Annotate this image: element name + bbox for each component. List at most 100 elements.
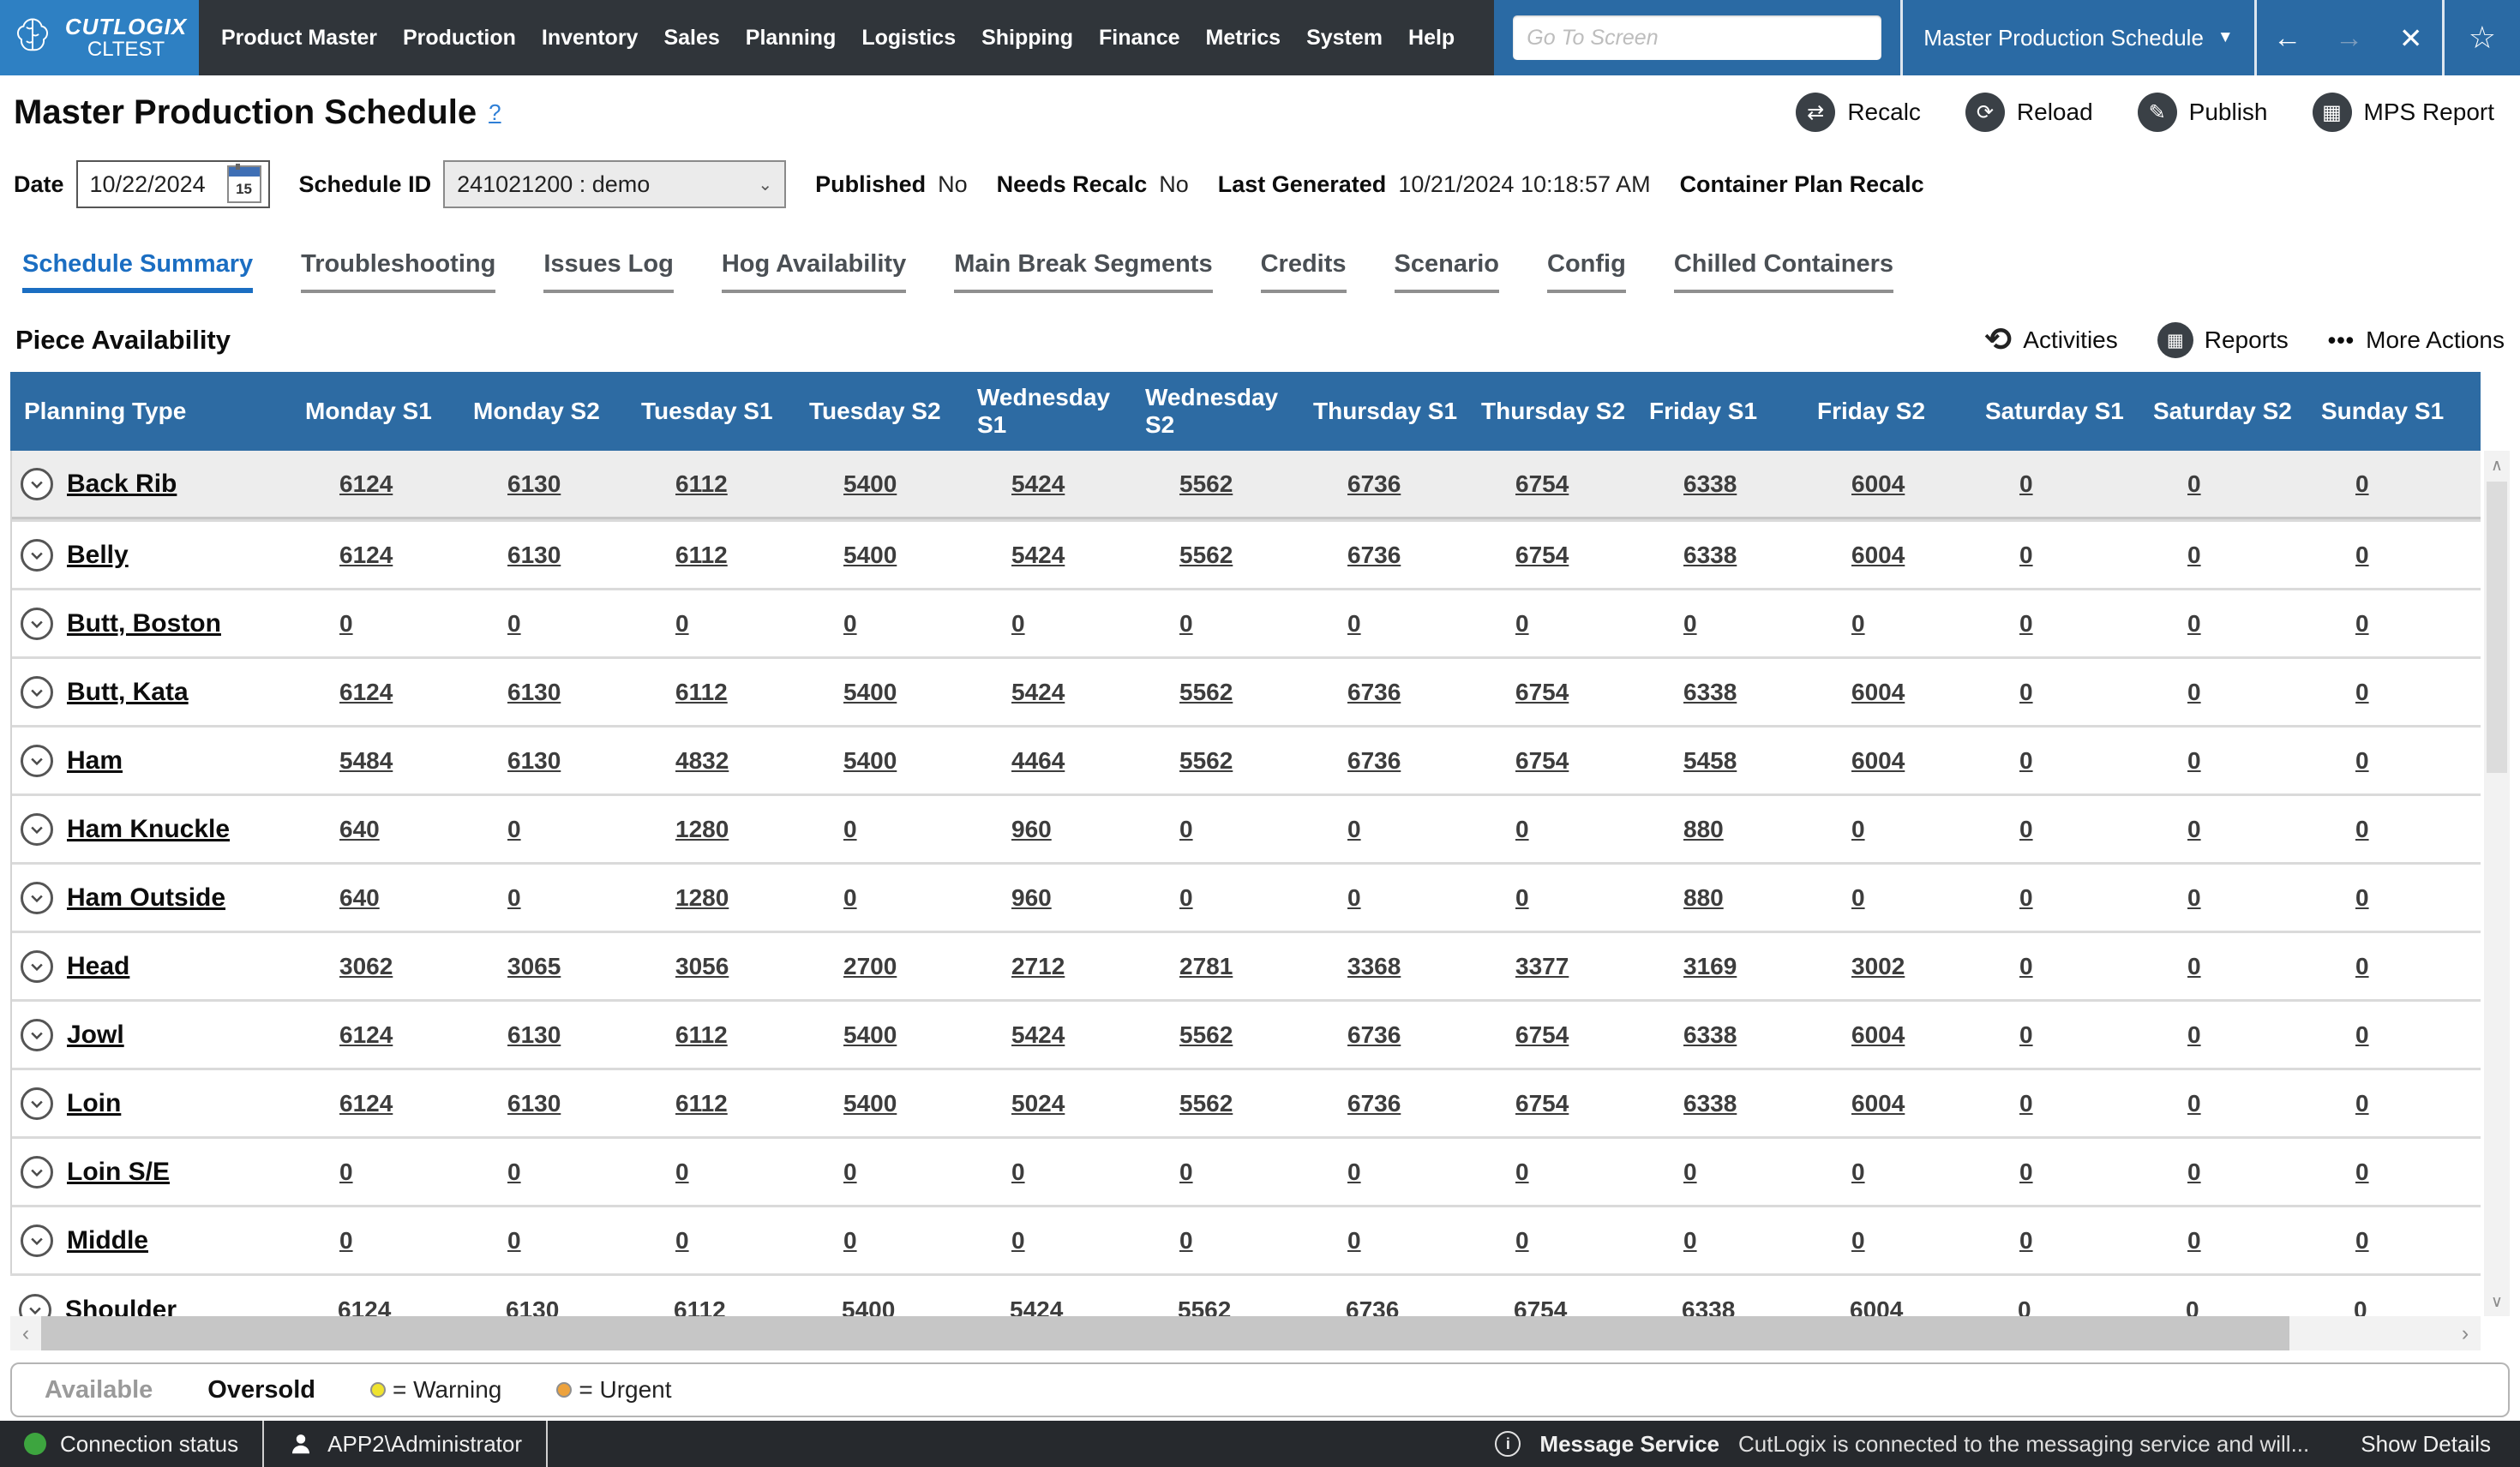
expand-chevron-icon[interactable] <box>21 745 53 777</box>
tab-schedule-summary[interactable]: Schedule Summary <box>22 250 253 293</box>
availability-value-link[interactable]: 5562 <box>1135 1021 1303 1049</box>
availability-value-link[interactable]: 0 <box>1975 1090 2143 1117</box>
availability-value-link[interactable]: 6124 <box>295 679 463 706</box>
availability-value-link[interactable]: 5400 <box>799 747 967 775</box>
availability-value-link[interactable]: 6112 <box>631 1021 799 1049</box>
nav-item-production[interactable]: Production <box>403 26 516 51</box>
expand-chevron-icon[interactable] <box>21 1019 53 1051</box>
availability-value-link[interactable]: 0 <box>295 1227 463 1254</box>
availability-value-link[interactable]: 6338 <box>1639 1090 1807 1117</box>
availability-value-link[interactable]: 6112 <box>631 679 799 706</box>
availability-value-link[interactable]: 5562 <box>1135 542 1303 569</box>
availability-value-link[interactable]: 6130 <box>463 470 631 498</box>
availability-value-link[interactable]: 960 <box>967 884 1135 912</box>
availability-value-link[interactable]: 3002 <box>1807 953 1975 980</box>
availability-value-link[interactable]: 5458 <box>1639 747 1807 775</box>
availability-value-link[interactable]: 5400 <box>797 1296 965 1316</box>
nav-item-sales[interactable]: Sales <box>663 26 719 51</box>
expand-chevron-icon[interactable] <box>19 1294 51 1316</box>
availability-value-link[interactable]: 0 <box>967 1159 1135 1186</box>
availability-value-link[interactable]: 6754 <box>1471 470 1639 498</box>
planning-type-link[interactable]: Butt, Boston <box>67 609 221 638</box>
availability-value-link[interactable]: 6754 <box>1471 1021 1639 1049</box>
availability-value-link[interactable]: 0 <box>2311 610 2479 638</box>
availability-value-link[interactable]: 0 <box>2311 1090 2479 1117</box>
availability-value-link[interactable]: 0 <box>1135 610 1303 638</box>
availability-value-link[interactable]: 0 <box>463 610 631 638</box>
tab-hog-availability[interactable]: Hog Availability <box>722 250 906 293</box>
availability-value-link[interactable]: 0 <box>1303 610 1471 638</box>
availability-value-link[interactable]: 640 <box>295 884 463 912</box>
availability-value-link[interactable]: 0 <box>1975 1227 2143 1254</box>
favorite-star-icon[interactable]: ☆ <box>2469 20 2496 56</box>
availability-value-link[interactable]: 5400 <box>799 679 967 706</box>
availability-value-link[interactable]: 0 <box>2143 542 2311 569</box>
nav-item-inventory[interactable]: Inventory <box>542 26 639 51</box>
availability-value-link[interactable]: 0 <box>967 1227 1135 1254</box>
availability-value-link[interactable]: 0 <box>2143 1159 2311 1186</box>
availability-value-link[interactable]: 5562 <box>1135 470 1303 498</box>
availability-value-link[interactable]: 6112 <box>631 470 799 498</box>
availability-value-link[interactable]: 0 <box>1973 1296 2141 1316</box>
calendar-icon[interactable]: 15 <box>227 165 261 203</box>
availability-value-link[interactable]: 6124 <box>293 1296 461 1316</box>
availability-value-link[interactable]: 0 <box>799 1227 967 1254</box>
expand-chevron-icon[interactable] <box>21 882 53 914</box>
column-header-saturday-s1[interactable]: Saturday S1 <box>1973 372 2141 451</box>
planning-type-link[interactable]: Ham <box>67 746 123 775</box>
availability-value-link[interactable]: 0 <box>1135 1227 1303 1254</box>
nav-item-logistics[interactable]: Logistics <box>861 26 956 51</box>
availability-value-link[interactable]: 6004 <box>1807 747 1975 775</box>
availability-value-link[interactable]: 0 <box>2311 1021 2479 1049</box>
availability-value-link[interactable]: 0 <box>1303 884 1471 912</box>
column-header-saturday-s2[interactable]: Saturday S2 <box>2141 372 2309 451</box>
availability-value-link[interactable]: 6004 <box>1807 1090 1975 1117</box>
column-header-monday-s2[interactable]: Monday S2 <box>461 372 629 451</box>
nav-item-product-master[interactable]: Product Master <box>221 26 377 51</box>
availability-value-link[interactable]: 4464 <box>967 747 1135 775</box>
availability-value-link[interactable]: 0 <box>2309 1296 2477 1316</box>
tab-main-break-segments[interactable]: Main Break Segments <box>954 250 1212 293</box>
availability-value-link[interactable]: 6130 <box>461 1296 629 1316</box>
availability-value-link[interactable]: 0 <box>1639 1227 1807 1254</box>
recalc-button[interactable]: ⇄ Recalc <box>1796 93 1921 132</box>
availability-value-link[interactable]: 0 <box>2143 610 2311 638</box>
availability-value-link[interactable]: 0 <box>2143 470 2311 498</box>
column-header-wednesday-s1[interactable]: Wednesday S1 <box>965 372 1133 451</box>
availability-value-link[interactable]: 0 <box>295 1159 463 1186</box>
availability-value-link[interactable]: 0 <box>2143 747 2311 775</box>
availability-value-link[interactable]: 0 <box>1975 816 2143 843</box>
scroll-left-icon[interactable]: ‹ <box>10 1321 41 1346</box>
column-header-planning-type[interactable]: Planning Type <box>10 372 293 451</box>
availability-value-link[interactable]: 5424 <box>965 1296 1133 1316</box>
availability-value-link[interactable]: 0 <box>1135 884 1303 912</box>
availability-value-link[interactable]: 0 <box>799 1159 967 1186</box>
reload-button[interactable]: ⟳ Reload <box>1965 93 2093 132</box>
expand-chevron-icon[interactable] <box>21 468 53 500</box>
column-header-tuesday-s1[interactable]: Tuesday S1 <box>629 372 797 451</box>
availability-value-link[interactable]: 0 <box>1135 816 1303 843</box>
availability-value-link[interactable]: 880 <box>1639 884 1807 912</box>
availability-value-link[interactable]: 6124 <box>295 1090 463 1117</box>
availability-value-link[interactable]: 0 <box>1807 1227 1975 1254</box>
availability-value-link[interactable]: 6736 <box>1303 1021 1471 1049</box>
availability-value-link[interactable]: 0 <box>2311 542 2479 569</box>
availability-value-link[interactable]: 6124 <box>295 470 463 498</box>
planning-type-link[interactable]: Back Rib <box>67 470 177 499</box>
vertical-scrollbar[interactable]: ∧ ∨ <box>2484 451 2510 1316</box>
availability-value-link[interactable]: 6754 <box>1471 1090 1639 1117</box>
availability-value-link[interactable]: 0 <box>2143 1021 2311 1049</box>
availability-value-link[interactable]: 6130 <box>463 1090 631 1117</box>
tab-troubleshooting[interactable]: Troubleshooting <box>301 250 495 293</box>
expand-chevron-icon[interactable] <box>21 608 53 640</box>
availability-value-link[interactable]: 0 <box>631 610 799 638</box>
availability-value-link[interactable]: 0 <box>1975 542 2143 569</box>
planning-type-link[interactable]: Jowl <box>67 1021 124 1050</box>
mps-report-button[interactable]: ▦ MPS Report <box>2313 93 2495 132</box>
availability-value-link[interactable]: 5400 <box>799 1021 967 1049</box>
tab-issues-log[interactable]: Issues Log <box>543 250 674 293</box>
availability-value-link[interactable]: 6338 <box>1639 1021 1807 1049</box>
availability-value-link[interactable]: 6736 <box>1303 747 1471 775</box>
availability-value-link[interactable]: 0 <box>2311 470 2479 498</box>
availability-value-link[interactable]: 6338 <box>1639 679 1807 706</box>
